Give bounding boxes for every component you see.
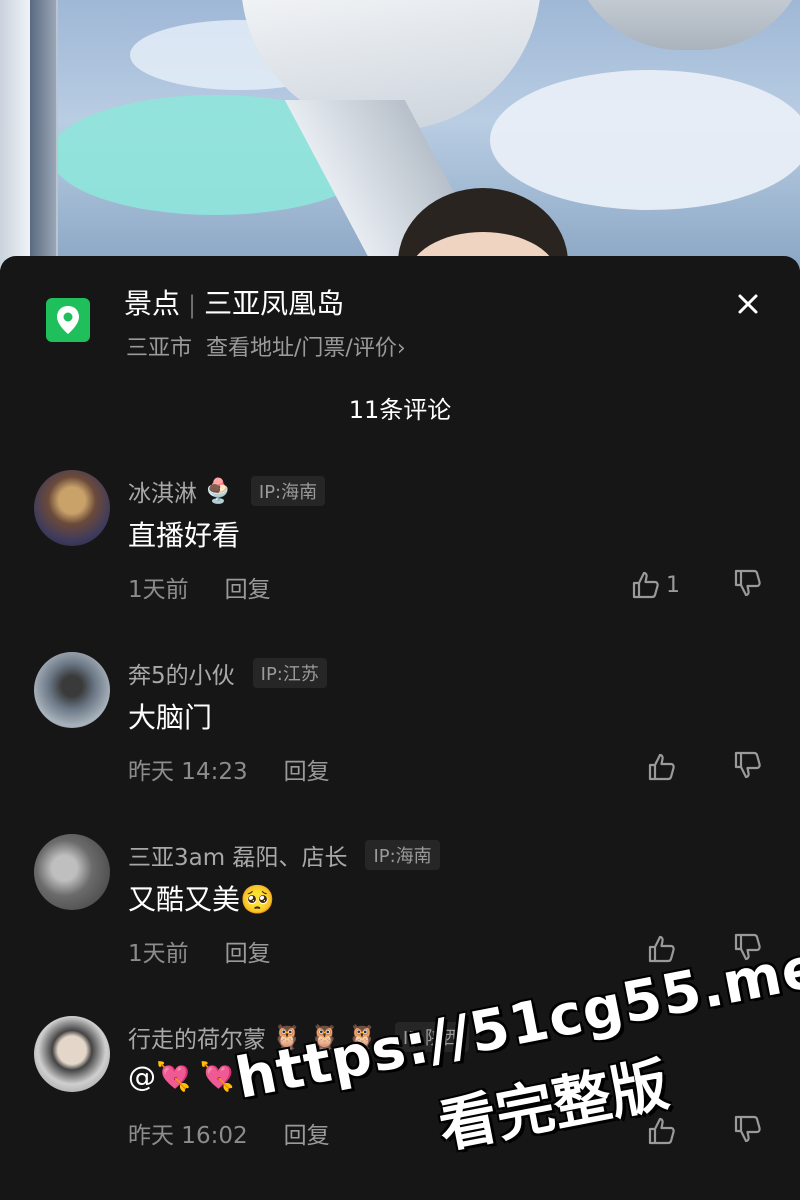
- close-button[interactable]: [730, 286, 766, 322]
- avatar[interactable]: [34, 652, 110, 728]
- comment-time: 1天前: [128, 577, 189, 603]
- comment-time: 昨天 14:23: [128, 759, 248, 785]
- comment-meta: 昨天 14:23 回复: [128, 752, 330, 786]
- comment-meta: 1天前 回复: [128, 934, 271, 968]
- poi-name: 三亚凤凰岛: [204, 287, 345, 320]
- like-button[interactable]: [646, 932, 676, 966]
- poi-subtitle[interactable]: 三亚市 查看地址/门票/评价›: [126, 330, 406, 362]
- thumbs-up-icon: [632, 571, 659, 599]
- poi-title[interactable]: 景点 | 三亚凤凰岛: [124, 282, 344, 322]
- pillar: [30, 0, 56, 270]
- like-count: 1: [666, 572, 680, 598]
- comment-time: 1天前: [128, 941, 189, 967]
- comment-text: 直播好看: [128, 519, 241, 552]
- reply-button[interactable]: 回复: [284, 759, 330, 785]
- comment-text: 大脑门: [128, 701, 213, 734]
- comment-text: 又酷又美🥺: [128, 883, 275, 916]
- ip-location-badge: IP:海南: [250, 476, 326, 506]
- comment-item: 冰淇淋 🍨 IP:海南 直播好看 1天前 回复 1: [0, 470, 800, 650]
- chevron-right-icon: ›: [396, 336, 406, 361]
- sky-cloud: [490, 70, 800, 210]
- ice-cream-emoji: 🍨: [203, 477, 233, 505]
- like-button[interactable]: [646, 750, 676, 784]
- poi-category: 景点: [124, 287, 181, 320]
- ip-location-badge: IP:海南: [365, 840, 440, 870]
- avatar[interactable]: [34, 1016, 110, 1092]
- thumbs-down-icon: [734, 1115, 761, 1143]
- poi-details-link[interactable]: 查看地址/门票/评价: [206, 336, 397, 361]
- username-text: 三亚3am 磊阳、店长: [128, 845, 348, 871]
- thumbs-down-icon: [734, 569, 761, 597]
- dislike-button[interactable]: [732, 1114, 766, 1148]
- avatar[interactable]: [34, 834, 110, 910]
- comment-username[interactable]: 奔5的小伙 IP:江苏: [128, 656, 327, 690]
- dislike-button[interactable]: [732, 750, 766, 784]
- reply-button[interactable]: 回复: [225, 577, 271, 603]
- poi-city: 三亚市: [126, 336, 193, 361]
- thumbs-up-icon: [648, 935, 675, 963]
- comment-item: 奔5的小伙 IP:江苏 大脑门 昨天 14:23 回复: [0, 652, 800, 832]
- comment-time: 昨天 16:02: [128, 1123, 248, 1149]
- thumbs-down-icon: [734, 751, 761, 779]
- location-pin-icon[interactable]: [46, 298, 90, 342]
- poi-separator: |: [188, 291, 197, 319]
- like-button[interactable]: 1: [630, 568, 680, 602]
- dislike-button[interactable]: [732, 568, 766, 602]
- comment-count: 11条评论: [348, 396, 452, 424]
- video-frame[interactable]: [0, 0, 800, 270]
- thumbs-up-icon: [648, 753, 675, 781]
- close-icon: [738, 294, 758, 314]
- username-text: 冰淇淋: [128, 481, 197, 507]
- ip-location-badge: IP:江苏: [252, 658, 327, 688]
- comment-meta: 1天前 回复: [128, 570, 271, 604]
- comment-username[interactable]: 三亚3am 磊阳、店长 IP:海南: [128, 838, 440, 872]
- avatar[interactable]: [34, 470, 110, 546]
- comment-username[interactable]: 冰淇淋 🍨 IP:海南: [128, 474, 326, 508]
- comment-text: @💘 💘: [128, 1060, 235, 1093]
- lamp-shade: [570, 0, 800, 50]
- reply-button[interactable]: 回复: [225, 941, 271, 967]
- username-text: 奔5的小伙: [128, 663, 235, 689]
